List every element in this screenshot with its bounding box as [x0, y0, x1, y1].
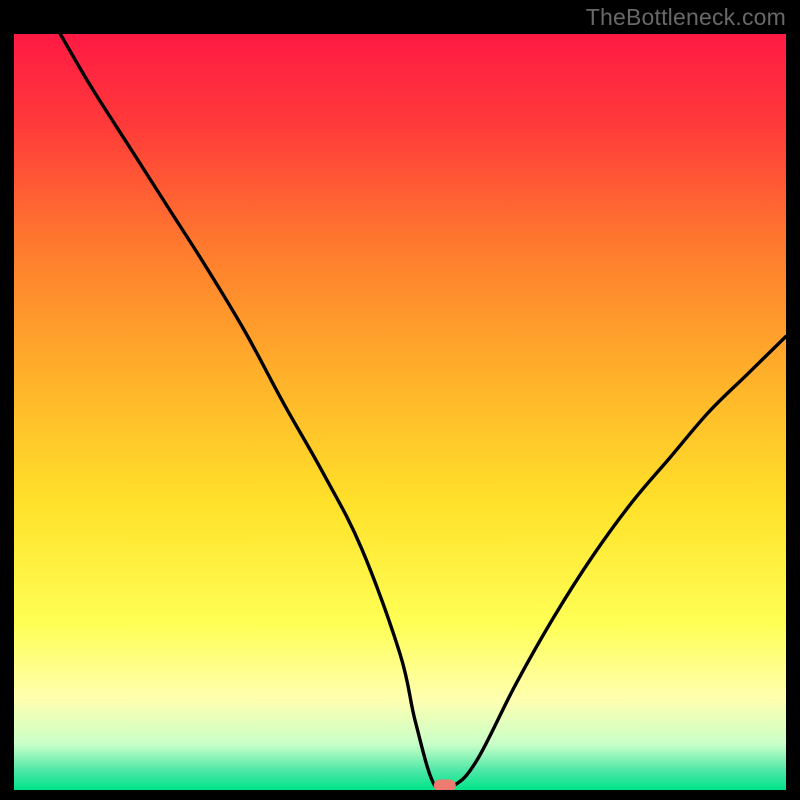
watermark-text: TheBottleneck.com: [586, 4, 786, 31]
optimal-point-marker: [434, 779, 456, 790]
chart-plot-area: [14, 34, 786, 790]
chart-svg: [14, 34, 786, 790]
